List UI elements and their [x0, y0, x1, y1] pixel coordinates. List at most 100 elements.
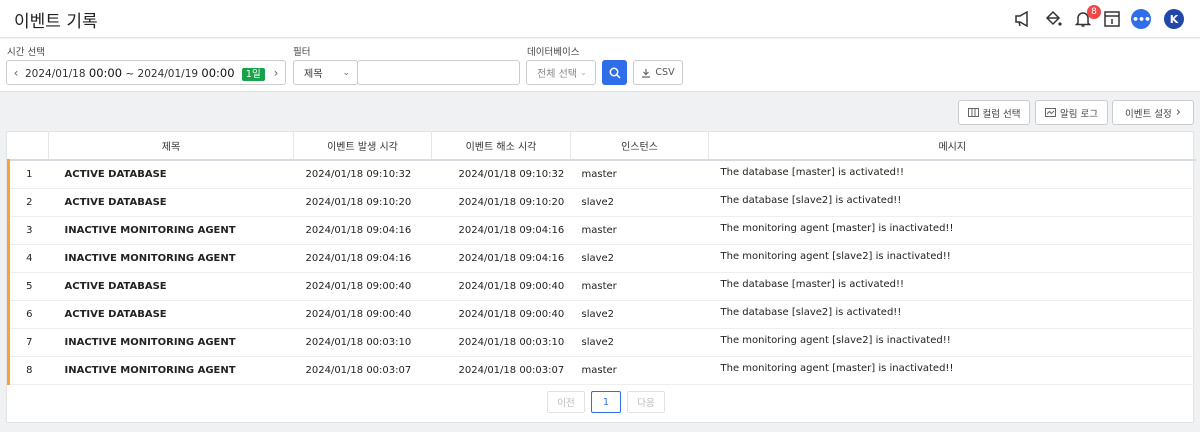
avatar[interactable]: K — [1164, 9, 1184, 29]
end-date: 2024/01/19 — [137, 67, 199, 80]
filter-field-value: 제목 — [304, 69, 323, 80]
row-number: 3 — [7, 216, 49, 245]
row-occurred: 2024/01/18 09:00:40 — [293, 300, 432, 329]
time-range-text[interactable]: 2024/01/18 00:00 ~ 2024/01/19 00:00 1일 — [25, 65, 267, 81]
row-instance: slave2 — [570, 244, 709, 273]
db-label: 데이터베이스 — [527, 47, 580, 58]
table-row[interactable]: 5 ACTIVE DATABASE 2024/01/18 09:00:40 20… — [7, 272, 1196, 301]
row-number: 2 — [7, 188, 49, 217]
page-title: 이벤트 기록 — [14, 12, 98, 32]
row-message: The monitoring agent [slave2] is inactiv… — [708, 328, 1196, 357]
row-number: 1 — [7, 160, 49, 189]
end-time: 00:00 — [201, 65, 235, 80]
filter-field-select[interactable]: 제목 ⌄ — [293, 60, 358, 85]
table-row[interactable]: 1 ACTIVE DATABASE 2024/01/18 09:10:32 20… — [7, 160, 1196, 189]
filter-text-input[interactable] — [357, 60, 520, 85]
row-number: 5 — [7, 272, 49, 301]
prev-page-button[interactable]: 이전 — [547, 391, 585, 413]
row-message: The monitoring agent [master] is inactiv… — [708, 216, 1196, 245]
download-icon — [642, 68, 651, 78]
start-date: 2024/01/18 — [25, 67, 86, 80]
row-instance: slave2 — [570, 300, 709, 329]
time-range-picker[interactable]: ‹ 2024/01/18 00:00 ~ 2024/01/19 00:00 1일… — [6, 60, 286, 85]
row-instance: master — [570, 160, 709, 189]
row-occurred: 2024/01/18 09:04:16 — [293, 244, 432, 273]
chevron-down-icon: ⌄ — [342, 67, 350, 78]
column-select-label: 컬럼 선택 — [982, 108, 1021, 120]
event-settings-button[interactable]: 이벤트 설정 › — [1112, 100, 1194, 125]
info-panel-icon[interactable] — [1102, 9, 1122, 29]
table-row[interactable]: 8 INACTIVE MONITORING AGENT 2024/01/18 0… — [7, 356, 1196, 385]
start-time: 00:00 — [88, 65, 123, 80]
row-occurred: 2024/01/18 09:10:20 — [293, 188, 432, 217]
filter-label: 필터 — [293, 47, 311, 58]
column-header-message[interactable]: 메시지 — [708, 132, 1196, 161]
row-title: ACTIVE DATABASE — [48, 300, 294, 329]
table-row[interactable]: 2 ACTIVE DATABASE 2024/01/18 09:10:20 20… — [7, 188, 1196, 217]
row-title: INACTIVE MONITORING AGENT — [48, 216, 294, 245]
megaphone-icon[interactable] — [1013, 9, 1033, 29]
chevron-left-icon[interactable]: ‹ — [7, 66, 25, 80]
row-number: 7 — [7, 328, 49, 357]
row-resolved: 2024/01/18 09:00:40 — [431, 300, 571, 329]
alert-log-label: 알림 로그 — [1060, 108, 1098, 120]
row-occurred: 2024/01/18 09:10:32 — [293, 160, 432, 189]
row-message: The monitoring agent [slave2] is inactiv… — [708, 244, 1196, 273]
event-settings-label: 이벤트 설정 — [1125, 108, 1172, 120]
row-resolved: 2024/01/18 09:04:16 — [431, 216, 571, 245]
search-button[interactable] — [602, 60, 627, 85]
table-header-row: 제목 이벤트 발생 시각 이벤트 해소 시각 인스턴스 메시지 — [8, 132, 1196, 161]
csv-label: CSV — [655, 67, 675, 78]
table-row[interactable]: 4 INACTIVE MONITORING AGENT 2024/01/18 0… — [7, 244, 1196, 273]
row-message: The database [slave2] is activated!! — [708, 188, 1196, 217]
row-title: ACTIVE DATABASE — [48, 272, 294, 301]
chat-icon[interactable]: ••• — [1131, 9, 1151, 29]
range-chip[interactable]: 1일 — [241, 67, 265, 81]
row-instance: master — [570, 216, 709, 245]
notification-badge: 8 — [1087, 5, 1101, 19]
next-page-button[interactable]: 다음 — [627, 391, 665, 413]
row-title: ACTIVE DATABASE — [48, 160, 294, 189]
chevron-right-icon: › — [1175, 105, 1181, 120]
pagination: 이전 1 다음 — [547, 391, 665, 413]
column-select-button[interactable]: 컬럼 선택 — [958, 100, 1030, 125]
current-page-button[interactable]: 1 — [591, 391, 621, 413]
row-number: 4 — [7, 244, 49, 273]
app-header: 이벤트 기록 8 ••• K — [0, 0, 1200, 38]
row-title: INACTIVE MONITORING AGENT — [48, 328, 294, 357]
column-header-resolved[interactable]: 이벤트 해소 시각 — [431, 132, 571, 161]
row-message: The database [master] is activated!! — [708, 160, 1196, 189]
event-table-panel: 제목 이벤트 발생 시각 이벤트 해소 시각 인스턴스 메시지 1 ACTIVE… — [6, 131, 1196, 423]
row-message: The database [slave2] is activated!! — [708, 300, 1196, 329]
paint-bucket-icon[interactable] — [1043, 9, 1063, 29]
database-select[interactable]: 전체 선택 ⌄ — [526, 60, 596, 85]
event-table: 제목 이벤트 발생 시각 이벤트 해소 시각 인스턴스 메시지 1 ACTIVE… — [7, 132, 1196, 385]
csv-download-button[interactable]: CSV — [633, 60, 683, 85]
table-row[interactable]: 7 INACTIVE MONITORING AGENT 2024/01/18 0… — [7, 328, 1196, 357]
column-header-instance[interactable]: 인스턴스 — [570, 132, 709, 161]
row-instance: master — [570, 272, 709, 301]
chart-icon — [1045, 108, 1056, 117]
database-select-value: 전체 선택 — [537, 69, 577, 80]
row-resolved: 2024/01/18 09:10:32 — [431, 160, 571, 189]
row-number: 8 — [7, 356, 49, 385]
table-row[interactable]: 6 ACTIVE DATABASE 2024/01/18 09:00:40 20… — [7, 300, 1196, 329]
chevron-down-icon: ⌄ — [579, 68, 587, 77]
row-title: INACTIVE MONITORING AGENT — [48, 244, 294, 273]
row-resolved: 2024/01/18 09:10:20 — [431, 188, 571, 217]
alert-log-button[interactable]: 알림 로그 — [1035, 100, 1108, 125]
filter-bar: 시간 선택 ‹ 2024/01/18 00:00 ~ 2024/01/19 00… — [0, 39, 1200, 92]
row-instance: slave2 — [570, 188, 709, 217]
column-header-title[interactable]: 제목 — [48, 132, 294, 161]
row-message: The monitoring agent [master] is inactiv… — [708, 356, 1196, 385]
row-number: 6 — [7, 300, 49, 329]
range-separator: ~ — [125, 67, 135, 80]
column-header-occurred[interactable]: 이벤트 발생 시각 — [293, 132, 432, 161]
time-label: 시간 선택 — [7, 47, 45, 58]
chevron-right-icon[interactable]: › — [267, 66, 285, 80]
row-occurred: 2024/01/18 09:00:40 — [293, 272, 432, 301]
table-row[interactable]: 3 INACTIVE MONITORING AGENT 2024/01/18 0… — [7, 216, 1196, 245]
row-occurred: 2024/01/18 09:04:16 — [293, 216, 432, 245]
row-resolved: 2024/01/18 09:04:16 — [431, 244, 571, 273]
row-resolved: 2024/01/18 00:03:10 — [431, 328, 571, 357]
